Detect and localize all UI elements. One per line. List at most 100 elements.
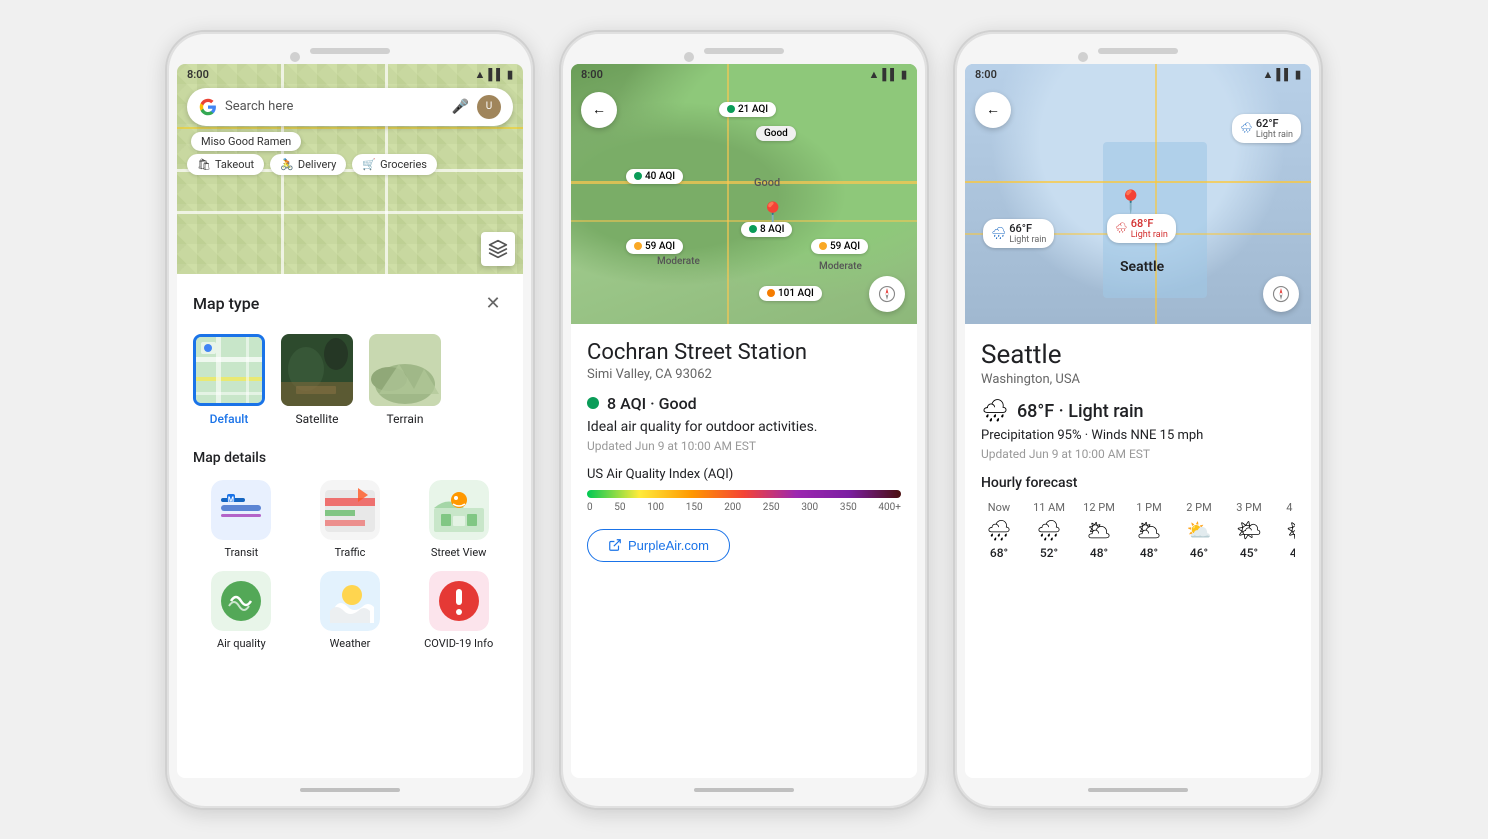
status-icons-2: ▲ ▌▌ ▮	[868, 68, 907, 81]
user-avatar[interactable]: U	[477, 95, 501, 119]
compass-button-3[interactable]	[1263, 276, 1299, 312]
default-thumb	[193, 334, 265, 406]
purple-air-button[interactable]: PurpleAir.com	[587, 529, 730, 562]
aqi-description: Ideal air quality for outdoor activities…	[587, 419, 901, 435]
map-details-grid: M Transit	[193, 480, 507, 650]
hourly-title: Hourly forecast	[981, 475, 1295, 491]
aqi-updated: Updated Jun 9 at 10:00 AM EST	[587, 439, 901, 453]
place-name: Cochran Street Station	[587, 340, 901, 365]
aqi-chip-59-2: 59 AQI	[811, 239, 868, 254]
takeout-chip[interactable]: 🛍 Takeout	[187, 154, 264, 175]
compass-button-2[interactable]	[869, 276, 905, 312]
aqi-status-row: 8 AQI · Good	[587, 394, 901, 413]
phone-camera	[290, 52, 300, 62]
aqi-label-moderate2: Moderate	[811, 259, 870, 274]
map-type-panel: Map type ✕	[177, 274, 523, 666]
layers-button[interactable]	[481, 232, 515, 266]
map-type-title: Map type	[193, 294, 259, 313]
covid-icon-box	[429, 571, 489, 631]
streetview-icon-svg	[429, 480, 489, 540]
seattle-map-label: Seattle	[1120, 259, 1164, 275]
traffic-label: Traffic	[335, 546, 366, 559]
aqi-scale: 0 50 100 150 200 250 300 350 400+	[587, 502, 901, 513]
aqi-chip-101: 101 AQI	[759, 286, 822, 301]
detail-traffic[interactable]: Traffic	[302, 480, 399, 559]
detail-streetview[interactable]: Street View	[410, 480, 507, 559]
search-placeholder: Search here	[225, 99, 444, 114]
detail-transit[interactable]: M Transit	[193, 480, 290, 559]
weather-icon-svg	[320, 571, 380, 631]
time-1: 8:00	[187, 68, 209, 81]
map-road-aqi	[571, 181, 917, 184]
weather-main-row: 🌧 68°F · Light rain	[981, 399, 1295, 424]
weather-updated: Updated Jun 9 at 10:00 AM EST	[981, 447, 1295, 461]
layers-icon	[488, 239, 508, 259]
aqi-chip-8: 8 AQI	[741, 222, 792, 237]
delivery-chip[interactable]: 🚴 Delivery	[270, 154, 346, 175]
phone2-content: Cochran Street Station Simi Valley, CA 9…	[571, 324, 917, 578]
default-thumb-svg	[196, 337, 265, 406]
phone-speaker-3	[1098, 48, 1178, 54]
hourly-item-2: 12 PM 🌥 48°	[1081, 501, 1117, 560]
groceries-chip[interactable]: 🛒 Groceries	[352, 154, 437, 175]
streetview-label: Street View	[431, 546, 487, 559]
traffic-icon-box	[320, 480, 380, 540]
phone-speaker-1	[310, 48, 390, 54]
phone-3-screen: 8:00 ▲ ▌▌ ▮ ← 🌧 62°F Light rai	[965, 64, 1311, 778]
phone3-content: Seattle Washington, USA 🌧 68°F · Light r…	[965, 324, 1311, 576]
weather-main-icon: 🌧	[981, 399, 1009, 424]
traffic-icon-svg	[320, 480, 380, 540]
panel-header: Map type ✕	[193, 290, 507, 318]
phone-3-camera	[1078, 52, 1088, 62]
aqi-chip-59-1: 59 AQI	[626, 239, 683, 254]
satellite-thumb-svg	[281, 334, 353, 406]
hourly-item-1: 11 AM 🌧 52°	[1031, 501, 1067, 560]
time-3: 8:00	[975, 68, 997, 81]
home-bar-1	[300, 788, 400, 792]
weather-chip-66: 🌧 66°F Light rain	[983, 219, 1054, 248]
detail-covid[interactable]: COVID-19 Info	[410, 571, 507, 650]
status-bar-3: 8:00 ▲ ▌▌ ▮	[965, 64, 1311, 86]
weather-temp-text: 68°F · Light rain	[1017, 401, 1144, 422]
airquality-icon-box	[211, 571, 271, 631]
map-type-satellite[interactable]: Satellite	[281, 334, 353, 426]
hourly-item-6: 4 PM 🌤 45°	[1281, 501, 1295, 560]
map-background: 8:00 ▲ ▌▌ ▮ Search	[177, 64, 523, 274]
airquality-label: Air quality	[217, 637, 266, 650]
weather-chip-62: 🌧 62°F Light rain	[1232, 114, 1301, 143]
compass-icon-2	[878, 285, 896, 303]
map-chips-row: 🛍 Takeout 🚴 Delivery 🛒 Groceries	[177, 154, 523, 175]
back-button-2[interactable]: ←	[581, 92, 617, 128]
purple-air-label: PurpleAir.com	[628, 538, 709, 553]
phone-3: 8:00 ▲ ▌▌ ▮ ← 🌧 62°F Light rai	[953, 30, 1323, 810]
aqi-label-good1: Good	[756, 126, 796, 141]
battery-icon-2: ▮	[901, 68, 907, 81]
map-type-terrain[interactable]: Terrain	[369, 334, 441, 426]
detail-airquality[interactable]: Air quality	[193, 571, 290, 650]
wifi-icon: ▲	[474, 68, 485, 81]
aqi-dot-green	[727, 105, 735, 113]
miso-chip: Miso Good Ramen	[191, 132, 301, 151]
phones-container: 8:00 ▲ ▌▌ ▮ Search	[145, 10, 1343, 830]
close-button[interactable]: ✕	[479, 290, 507, 318]
aqi-status-dot	[587, 397, 599, 409]
aqi-chip-40: 40 AQI	[626, 169, 683, 184]
signal-icon-3: ▌▌	[1276, 68, 1292, 81]
satellite-label: Satellite	[296, 412, 339, 426]
detail-weather[interactable]: Weather	[302, 571, 399, 650]
map-type-default[interactable]: Default	[193, 334, 265, 426]
aqi-gradient-bar	[587, 490, 901, 498]
back-button-3[interactable]: ←	[975, 92, 1011, 128]
road-h2	[177, 211, 523, 214]
city-region: Washington, USA	[981, 372, 1295, 387]
home-bar-3	[1088, 788, 1188, 792]
streetview-icon-box	[429, 480, 489, 540]
search-bar[interactable]: Search here 🎤 U	[187, 88, 513, 126]
map-details-title: Map details	[193, 450, 507, 466]
status-bar-2: 8:00 ▲ ▌▌ ▮	[571, 64, 917, 86]
svg-text:M: M	[228, 496, 234, 504]
hourly-forecast-row: Now 🌧 68° 11 AM 🌧 52° 12 PM 🌥 48° 1 PM 🌥…	[981, 501, 1295, 560]
status-bar-1: 8:00 ▲ ▌▌ ▮	[177, 64, 523, 86]
mic-icon[interactable]: 🎤	[452, 99, 469, 115]
battery-icon-3: ▮	[1295, 68, 1301, 81]
